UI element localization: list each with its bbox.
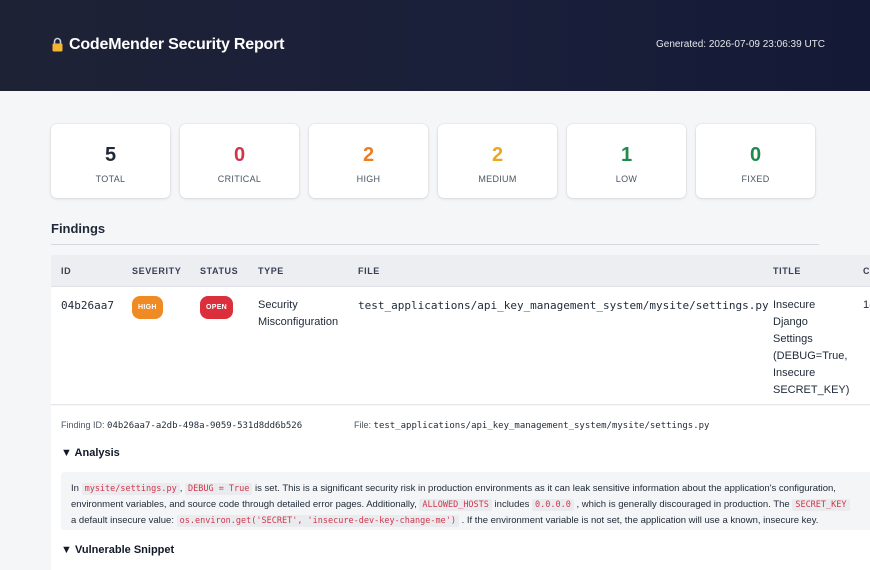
table-header: ID SEVERITY STATUS TYPE FILE TITLE C <box>51 255 870 287</box>
column-header-severity[interactable]: SEVERITY <box>132 266 181 276</box>
analysis-text-run: includes <box>494 499 530 510</box>
summary-cards: 5 TOTAL 0 CRITICAL 2 HIGH 2 MEDIUM 1 LOW… <box>51 124 815 198</box>
findings-table: ID SEVERITY STATUS TYPE FILE TITLE C 04b… <box>51 255 870 405</box>
summary-label: TOTAL <box>95 174 126 184</box>
analysis-text-run: a default insecure value: <box>71 515 174 526</box>
title-line: SECRET_KEY) <box>773 384 850 396</box>
summary-card-medium: 2 MEDIUM <box>438 124 557 198</box>
findings-heading: Findings <box>51 221 106 236</box>
column-header-truncated[interactable]: C <box>863 266 870 276</box>
file-meta: File: test_applications/api_key_manageme… <box>354 420 709 431</box>
analysis-text: In mysite/settings.py, DEBUG = True is s… <box>61 472 870 530</box>
analysis-line: environment variables, and source code t… <box>71 497 870 513</box>
analysis-line: In mysite/settings.py, DEBUG = True is s… <box>71 481 870 497</box>
lock-icon <box>52 37 63 51</box>
status-cell: OPEN <box>200 296 234 319</box>
title-line: Insecure <box>773 367 816 379</box>
finding-id-value: 04b26aa7-a2db-498a-9059-531d8dd6b526 <box>107 421 303 431</box>
column-header-file[interactable]: FILE <box>358 266 380 276</box>
generated-timestamp: Generated: 2026-07-09 23:06:39 UTC <box>656 39 825 50</box>
findings-divider <box>51 244 819 245</box>
file-value: test_applications/api_key_management_sys… <box>373 421 710 431</box>
vulnerable-snippet-toggle[interactable]: ▼ Vulnerable Snippet <box>61 544 174 556</box>
analysis-text-run: , which is generally discouraged in prod… <box>576 499 790 510</box>
analysis-text-run: , <box>179 483 183 494</box>
summary-label: FIXED <box>741 174 770 184</box>
summary-label: MEDIUM <box>478 174 517 184</box>
status-badge: OPEN <box>200 296 234 319</box>
inline-code: ALLOWED_HOSTS <box>419 499 492 511</box>
severity-cell: HIGH <box>132 296 163 319</box>
summary-value: 1 <box>620 144 633 166</box>
analysis-text-run: In <box>71 483 79 494</box>
file-label: File: <box>354 420 372 430</box>
analysis-toggle[interactable]: ▼ Analysis <box>61 447 120 459</box>
file-path: test_applications/api_key_management_sys… <box>358 299 769 312</box>
summary-value: 2 <box>491 144 504 166</box>
summary-value: 0 <box>233 144 246 166</box>
finding-id-meta: Finding ID: 04b26aa7-a2db-498a-9059-531d… <box>61 420 302 431</box>
summary-card-critical: 0 CRITICAL <box>180 124 299 198</box>
summary-label: HIGH <box>356 174 381 184</box>
truncated-cell: 1( <box>863 299 870 311</box>
analysis-text-run: is set. This is a significant security r… <box>255 483 836 494</box>
finding-id-label: Finding ID: <box>61 420 105 430</box>
inline-code: 0.0.0.0 <box>532 499 574 511</box>
summary-value: 2 <box>362 144 375 166</box>
title-cell: Insecure Django Settings (DEBUG=True, In… <box>773 297 849 399</box>
column-header-title[interactable]: TITLE <box>773 266 801 276</box>
analysis-text-run: . If the environment variable is not set… <box>461 515 819 526</box>
type-cell: Security Misconfiguration <box>258 297 338 331</box>
title-line: Django <box>773 316 808 328</box>
report-title-text: CodeMender Security Report <box>69 36 285 53</box>
summary-value: 0 <box>749 144 762 166</box>
column-header-id[interactable]: ID <box>61 266 71 276</box>
severity-badge: HIGH <box>132 296 163 319</box>
summary-card-low: 1 LOW <box>567 124 686 198</box>
summary-label: CRITICAL <box>217 174 262 184</box>
summary-card-fixed: 0 FIXED <box>696 124 815 198</box>
inline-code: os.environ.get('SECRET', 'insecure-dev-k… <box>176 515 459 527</box>
type-line: Security <box>258 299 298 311</box>
inline-code: mysite/settings.py <box>81 483 180 495</box>
column-header-status[interactable]: STATUS <box>200 266 238 276</box>
title-line: (DEBUG=True, <box>773 350 848 362</box>
finding-id: 04b26aa7 <box>61 299 114 312</box>
table-row[interactable]: 04b26aa7 HIGH OPEN Security Misconfigura… <box>51 287 870 405</box>
summary-value: 5 <box>104 144 117 166</box>
column-header-type[interactable]: TYPE <box>258 266 284 276</box>
summary-label: LOW <box>615 174 638 184</box>
analysis-text-run: environment variables, and source code t… <box>71 499 417 510</box>
inline-code: SECRET_KEY <box>792 499 850 511</box>
type-line: Misconfiguration <box>258 316 339 328</box>
report-title: CodeMender Security Report <box>52 36 284 54</box>
finding-detail-panel: Finding ID: 04b26aa7-a2db-498a-9059-531d… <box>51 406 870 570</box>
summary-card-high: 2 HIGH <box>309 124 428 198</box>
analysis-line: a default insecure value: os.environ.get… <box>71 513 870 529</box>
title-line: Insecure <box>773 299 816 311</box>
report-header: CodeMender Security Report Generated: 20… <box>0 0 870 91</box>
title-line: Settings <box>773 333 813 345</box>
inline-code: DEBUG = True <box>184 483 253 495</box>
summary-card-total: 5 TOTAL <box>51 124 170 198</box>
